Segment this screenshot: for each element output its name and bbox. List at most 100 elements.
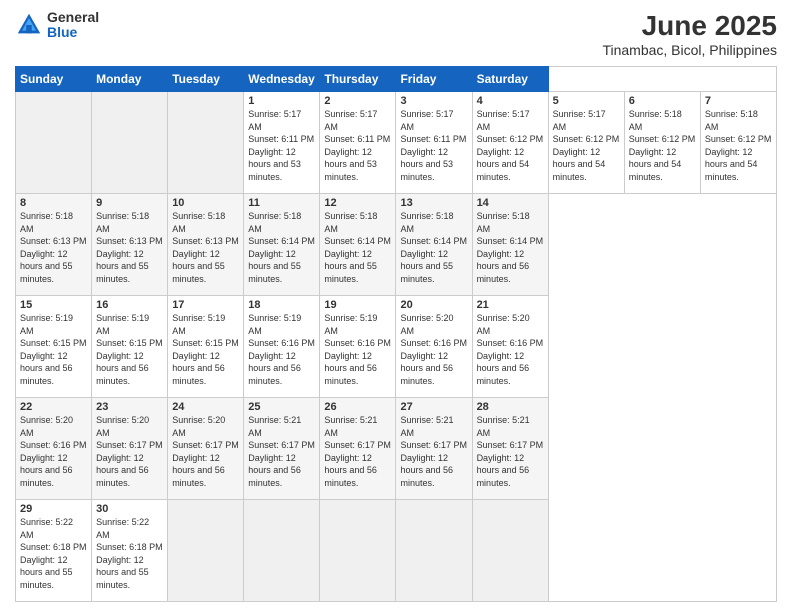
daylight-23: Daylight: 12 hours and 56 minutes. [96,453,149,488]
sunset-13: Sunset: 6:14 PM [400,236,467,246]
day-info-20: Sunrise: 5:20 AM Sunset: 6:16 PM Dayligh… [400,312,467,388]
daylight-19: Daylight: 12 hours and 56 minutes. [324,351,377,386]
day-number-16: 16 [96,299,163,311]
day-cell-15: 15 Sunrise: 5:19 AM Sunset: 6:15 PM Dayl… [16,296,92,398]
sunset-16: Sunset: 6:15 PM [96,338,163,348]
day-cell-14: 14 Sunrise: 5:18 AM Sunset: 6:14 PM Dayl… [472,194,548,296]
day-cell-5: 5 Sunrise: 5:17 AM Sunset: 6:12 PM Dayli… [548,92,624,194]
sunset-23: Sunset: 6:17 PM [96,440,163,450]
header: General Blue June 2025 Tinambac, Bicol, … [15,10,777,58]
sunrise-25: Sunrise: 5:21 AM [248,415,301,438]
day-cell-19: 19 Sunrise: 5:19 AM Sunset: 6:16 PM Dayl… [320,296,396,398]
daylight-28: Daylight: 12 hours and 56 minutes. [477,453,530,488]
day-info-6: Sunrise: 5:18 AM Sunset: 6:12 PM Dayligh… [629,108,696,184]
sunrise-1: Sunrise: 5:17 AM [248,109,301,132]
daylight-10: Daylight: 12 hours and 55 minutes. [172,249,225,284]
sunset-21: Sunset: 6:16 PM [477,338,544,348]
day-info-15: Sunrise: 5:19 AM Sunset: 6:15 PM Dayligh… [20,312,87,388]
day-cell-16: 16 Sunrise: 5:19 AM Sunset: 6:15 PM Dayl… [92,296,168,398]
sunrise-4: Sunrise: 5:17 AM [477,109,530,132]
day-cell-4: 4 Sunrise: 5:17 AM Sunset: 6:12 PM Dayli… [472,92,548,194]
daylight-27: Daylight: 12 hours and 56 minutes. [400,453,453,488]
day-info-17: Sunrise: 5:19 AM Sunset: 6:15 PM Dayligh… [172,312,239,388]
day-info-10: Sunrise: 5:18 AM Sunset: 6:13 PM Dayligh… [172,210,239,286]
sunset-27: Sunset: 6:17 PM [400,440,467,450]
empty-cell-w0-d0 [16,92,92,194]
day-number-28: 28 [477,401,544,413]
sunrise-20: Sunrise: 5:20 AM [400,313,453,336]
sunset-14: Sunset: 6:14 PM [477,236,544,246]
sunrise-22: Sunrise: 5:20 AM [20,415,73,438]
day-cell-21: 21 Sunrise: 5:20 AM Sunset: 6:16 PM Dayl… [472,296,548,398]
day-info-8: Sunrise: 5:18 AM Sunset: 6:13 PM Dayligh… [20,210,87,286]
sunrise-5: Sunrise: 5:17 AM [553,109,606,132]
day-info-14: Sunrise: 5:18 AM Sunset: 6:14 PM Dayligh… [477,210,544,286]
day-cell-18: 18 Sunrise: 5:19 AM Sunset: 6:16 PM Dayl… [244,296,320,398]
sunrise-17: Sunrise: 5:19 AM [172,313,225,336]
calendar-week-1: 1 Sunrise: 5:17 AM Sunset: 6:11 PM Dayli… [16,92,777,194]
day-info-7: Sunrise: 5:18 AM Sunset: 6:12 PM Dayligh… [705,108,772,184]
day-number-13: 13 [400,197,467,209]
sunset-18: Sunset: 6:16 PM [248,338,315,348]
daylight-11: Daylight: 12 hours and 55 minutes. [248,249,301,284]
day-info-3: Sunrise: 5:17 AM Sunset: 6:11 PM Dayligh… [400,108,467,184]
sunrise-13: Sunrise: 5:18 AM [400,211,453,234]
sunset-19: Sunset: 6:16 PM [324,338,391,348]
sunrise-29: Sunrise: 5:22 AM [20,517,73,540]
day-cell-27: 27 Sunrise: 5:21 AM Sunset: 6:17 PM Dayl… [396,398,472,500]
day-info-26: Sunrise: 5:21 AM Sunset: 6:17 PM Dayligh… [324,414,391,490]
daylight-13: Daylight: 12 hours and 55 minutes. [400,249,453,284]
sunset-10: Sunset: 6:13 PM [172,236,239,246]
sunset-5: Sunset: 6:12 PM [553,134,620,144]
day-info-27: Sunrise: 5:21 AM Sunset: 6:17 PM Dayligh… [400,414,467,490]
sunrise-14: Sunrise: 5:18 AM [477,211,530,234]
day-cell-17: 17 Sunrise: 5:19 AM Sunset: 6:15 PM Dayl… [168,296,244,398]
daylight-7: Daylight: 12 hours and 54 minutes. [705,147,758,182]
sunrise-6: Sunrise: 5:18 AM [629,109,682,132]
day-cell-3: 3 Sunrise: 5:17 AM Sunset: 6:11 PM Dayli… [396,92,472,194]
header-wednesday: Wednesday [244,67,320,92]
day-info-28: Sunrise: 5:21 AM Sunset: 6:17 PM Dayligh… [477,414,544,490]
calendar-week-2: 8 Sunrise: 5:18 AM Sunset: 6:13 PM Dayli… [16,194,777,296]
daylight-1: Daylight: 12 hours and 53 minutes. [248,147,301,182]
sunrise-16: Sunrise: 5:19 AM [96,313,149,336]
sunrise-26: Sunrise: 5:21 AM [324,415,377,438]
logo-general: General [47,10,99,25]
sunset-24: Sunset: 6:17 PM [172,440,239,450]
sunrise-7: Sunrise: 5:18 AM [705,109,758,132]
day-cell-6: 6 Sunrise: 5:18 AM Sunset: 6:12 PM Dayli… [624,92,700,194]
calendar-title: June 2025 [602,10,777,42]
daylight-12: Daylight: 12 hours and 55 minutes. [324,249,377,284]
day-cell-1: 1 Sunrise: 5:17 AM Sunset: 6:11 PM Dayli… [244,92,320,194]
daylight-16: Daylight: 12 hours and 56 minutes. [96,351,149,386]
header-monday: Monday [92,67,168,92]
sunset-8: Sunset: 6:13 PM [20,236,87,246]
day-info-11: Sunrise: 5:18 AM Sunset: 6:14 PM Dayligh… [248,210,315,286]
sunset-1: Sunset: 6:11 PM [248,134,314,144]
sunrise-18: Sunrise: 5:19 AM [248,313,301,336]
day-cell-13: 13 Sunrise: 5:18 AM Sunset: 6:14 PM Dayl… [396,194,472,296]
daylight-2: Daylight: 12 hours and 53 minutes. [324,147,377,182]
day-info-21: Sunrise: 5:20 AM Sunset: 6:16 PM Dayligh… [477,312,544,388]
sunset-17: Sunset: 6:15 PM [172,338,239,348]
day-number-21: 21 [477,299,544,311]
day-cell-10: 10 Sunrise: 5:18 AM Sunset: 6:13 PM Dayl… [168,194,244,296]
day-cell-9: 9 Sunrise: 5:18 AM Sunset: 6:13 PM Dayli… [92,194,168,296]
sunset-2: Sunset: 6:11 PM [324,134,390,144]
day-number-5: 5 [553,95,620,107]
calendar-body: 1 Sunrise: 5:17 AM Sunset: 6:11 PM Dayli… [16,92,777,602]
empty-cell-w4-d4 [320,500,396,602]
day-number-10: 10 [172,197,239,209]
day-number-6: 6 [629,95,696,107]
day-info-23: Sunrise: 5:20 AM Sunset: 6:17 PM Dayligh… [96,414,163,490]
empty-cell-w4-d5 [396,500,472,602]
day-info-19: Sunrise: 5:19 AM Sunset: 6:16 PM Dayligh… [324,312,391,388]
sunset-7: Sunset: 6:12 PM [705,134,772,144]
logo-blue: Blue [47,25,99,40]
day-info-24: Sunrise: 5:20 AM Sunset: 6:17 PM Dayligh… [172,414,239,490]
header-thursday: Thursday [320,67,396,92]
day-cell-28: 28 Sunrise: 5:21 AM Sunset: 6:17 PM Dayl… [472,398,548,500]
logo: General Blue [15,10,99,41]
daylight-4: Daylight: 12 hours and 54 minutes. [477,147,530,182]
day-number-20: 20 [400,299,467,311]
